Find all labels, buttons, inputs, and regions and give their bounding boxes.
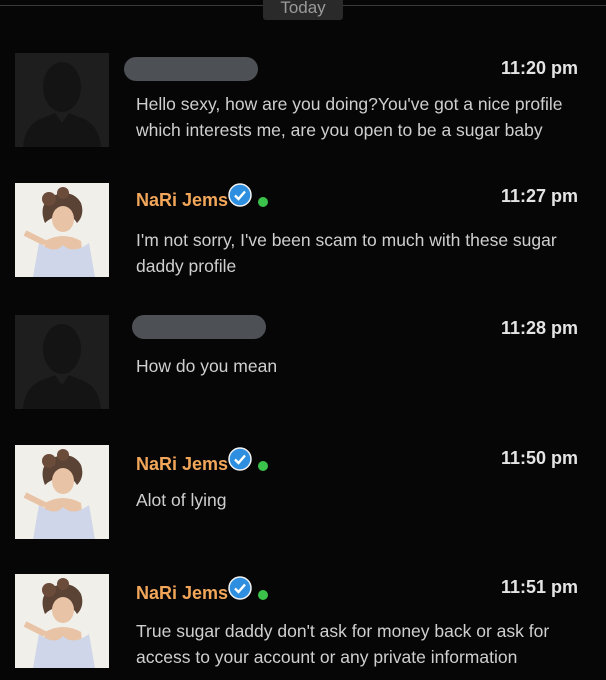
message-time: 11:27 pm <box>500 186 578 206</box>
sender-name[interactable]: NaRi Jems <box>136 189 228 211</box>
message-text: True sugar daddy don't ask for money bac… <box>136 621 550 667</box>
person-silhouette-icon <box>23 62 101 147</box>
online-status-dot <box>258 590 268 600</box>
avatar-placeholder[interactable] <box>15 315 109 409</box>
online-status-dot <box>258 461 268 471</box>
portrait-illustration-icon <box>15 183 109 277</box>
portrait-illustration-icon <box>15 574 109 668</box>
message-time: 11:20 pm <box>500 58 578 78</box>
person-silhouette-icon <box>23 324 101 409</box>
message-time: 11:28 pm <box>500 318 578 338</box>
message-text: Alot of lying <box>136 490 227 510</box>
message-time: 11:50 pm <box>500 448 578 468</box>
message-text: How do you mean <box>136 356 278 376</box>
verified-badge-icon <box>228 447 252 471</box>
sender-name[interactable]: NaRi Jems <box>136 582 228 604</box>
message-text: Hello sexy, how are you doing?You've got… <box>136 94 563 140</box>
redacted-sender-name <box>124 57 258 81</box>
avatar[interactable] <box>15 445 109 539</box>
sender-name[interactable]: NaRi Jems <box>136 453 228 475</box>
date-divider-label: Today <box>263 0 343 20</box>
date-divider: Today <box>0 0 606 22</box>
avatar-placeholder[interactable] <box>15 53 109 147</box>
portrait-illustration-icon <box>15 445 109 539</box>
redacted-sender-name <box>132 315 266 339</box>
online-status-dot <box>258 197 268 207</box>
message-text: I'm not sorry, I've been scam to much wi… <box>136 230 557 276</box>
message-time: 11:51 pm <box>500 577 578 597</box>
avatar[interactable] <box>15 183 109 277</box>
verified-badge-icon <box>228 183 252 207</box>
avatar[interactable] <box>15 574 109 668</box>
verified-badge-icon <box>228 576 252 600</box>
